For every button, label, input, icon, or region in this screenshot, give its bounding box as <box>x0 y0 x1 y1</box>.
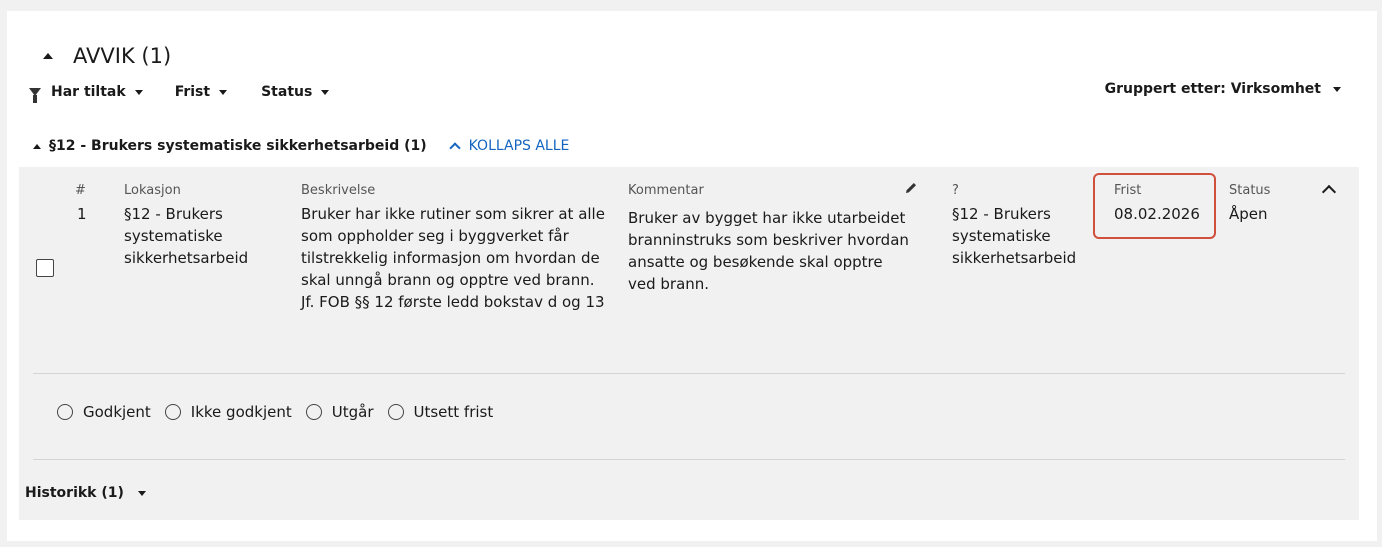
chevron-up-icon <box>448 142 461 154</box>
caret-down-icon <box>1333 86 1341 92</box>
radio-circle-icon <box>305 404 322 420</box>
filter-frist[interactable]: Frist <box>174 84 228 100</box>
row-checkbox[interactable] <box>36 259 54 277</box>
filter-icon <box>29 88 41 103</box>
group-by-dropdown[interactable]: Gruppert etter: Virksomhet <box>1105 81 1341 97</box>
row-unknown: §12 - Brukers systematiske sikkerhetsarb… <box>952 205 1077 267</box>
caret-down-icon <box>219 89 228 95</box>
radio-ikke-godkjent[interactable]: Ikke godkjent <box>164 403 292 421</box>
row-comment: Bruker av bygget har ikke utarbeidet bra… <box>628 209 909 293</box>
caret-down-icon <box>134 89 143 95</box>
row-description: Bruker har ikke rutiner som sikrer at al… <box>301 205 605 311</box>
radio-circle-icon <box>164 404 181 420</box>
filter-status[interactable]: Status <box>261 84 330 100</box>
group-header: §12 - Brukers systematiske sikkerhetsarb… <box>33 138 569 154</box>
pencil-icon[interactable] <box>904 181 918 195</box>
deviation-card: AVVIK (1) Har tiltak Frist Status Gruppe… <box>7 11 1377 541</box>
radio-circle-icon <box>57 404 73 420</box>
caret-down-icon <box>137 490 146 496</box>
radio-label: Ikke godkjent <box>190 403 292 421</box>
col-unknown-header: ? <box>952 183 959 198</box>
col-comment-header: Kommentar <box>628 183 704 198</box>
decision-radio-group: Godkjent Ikke godkjent Utgår Utsett fris… <box>57 403 507 421</box>
filter-bar: Har tiltak Frist Status <box>29 81 330 103</box>
collapse-all-button[interactable]: KOLLAPS ALLE <box>448 138 570 154</box>
row-number: 1 <box>77 205 87 223</box>
group-title[interactable]: §12 - Brukers systematiske sikkerhetsarb… <box>49 138 427 154</box>
row-status: Åpen <box>1229 205 1268 223</box>
divider <box>33 459 1345 460</box>
filter-label: Har tiltak <box>51 84 126 100</box>
caret-down-icon <box>321 89 330 95</box>
history-label: Historikk (1) <box>25 485 124 501</box>
filter-har-tiltak[interactable]: Har tiltak <box>51 84 143 100</box>
group-by-label: Gruppert etter: Virksomhet <box>1104 81 1321 97</box>
radio-label: Godkjent <box>83 403 151 421</box>
radio-utgar[interactable]: Utgår <box>305 403 374 421</box>
caret-up-icon[interactable] <box>33 143 41 149</box>
section-title: AVVIK (1) <box>73 44 172 68</box>
radio-utsett-frist[interactable]: Utsett frist <box>387 403 494 421</box>
divider <box>33 373 1345 374</box>
radio-godkjent[interactable]: Godkjent <box>57 403 151 421</box>
radio-label: Utgår <box>331 403 374 421</box>
caret-up-icon[interactable] <box>43 53 53 59</box>
section-header[interactable]: AVVIK (1) <box>43 44 171 68</box>
filter-label: Frist <box>174 84 211 100</box>
col-location-header: Lokasjon <box>124 183 181 198</box>
chevron-up-icon[interactable] <box>1321 184 1337 200</box>
row-location: §12 - Brukers systematiske sikkerhetsarb… <box>124 205 249 267</box>
radio-circle-icon <box>387 404 404 420</box>
deadline-highlight <box>1093 173 1216 239</box>
col-status-header: Status <box>1229 183 1271 198</box>
collapse-all-label: KOLLAPS ALLE <box>468 138 570 154</box>
col-number-header: # <box>75 183 86 198</box>
col-description-header: Beskrivelse <box>301 183 376 198</box>
filter-label: Status <box>261 84 313 100</box>
radio-label: Utsett frist <box>413 403 494 421</box>
deviation-panel: # Lokasjon Beskrivelse Kommentar ? Frist… <box>19 167 1359 520</box>
history-toggle[interactable]: Historikk (1) <box>25 485 146 501</box>
